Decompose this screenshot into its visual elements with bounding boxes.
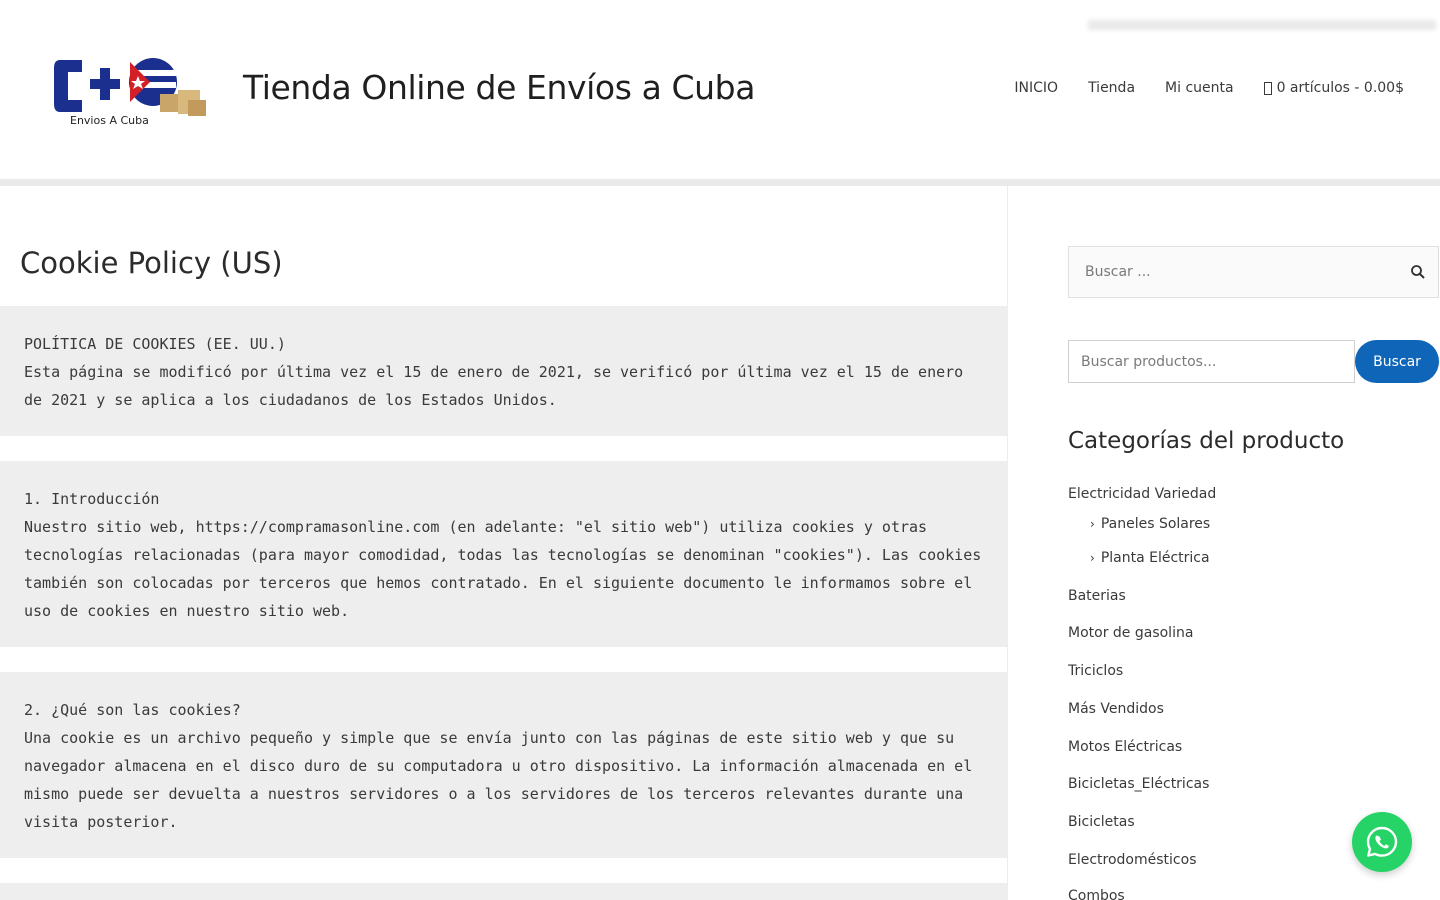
site-logo[interactable]: Envios A Cuba [52,52,212,132]
sidebar: Buscar Categorías del producto Electrici… [1008,186,1440,900]
nav-item-mi-cuenta[interactable]: Mi cuenta [1165,80,1234,96]
category-item[interactable]: Combos [1068,888,1125,900]
category-item[interactable]: Más Vendidos [1068,701,1164,717]
chevron-right-icon: › [1090,551,1095,565]
category-subitem[interactable]: › Planta Eléctrica [1090,550,1210,566]
section-title: POLÍTICA DE COOKIES (EE. UU.) [24,335,286,353]
section-title: 2. ¿Qué son las cookies? [24,701,241,719]
policy-section [0,883,1007,900]
product-search-input[interactable] [1068,340,1355,383]
main-nav: INICIO Tienda Mi cuenta 0 artículos - 0.… [1014,80,1404,96]
page-title: Cookie Policy (US) [20,246,283,280]
category-item[interactable]: Motor de gasolina [1068,625,1193,641]
category-item[interactable]: Motos Eléctricas [1068,739,1182,755]
category-item[interactable]: Baterias [1068,588,1126,604]
whatsapp-button[interactable] [1352,812,1412,872]
product-search-button[interactable]: Buscar [1355,340,1439,383]
cart-label: 0 artículos - 0.00$ [1276,80,1404,96]
category-item[interactable]: Bicicletas_Eléctricas [1068,776,1209,792]
categories-title: Categorías del producto [1068,428,1345,454]
category-item[interactable]: Triciclos [1068,663,1123,679]
whatsapp-icon [1366,826,1398,857]
category-subitem[interactable]: › Paneles Solares [1090,516,1210,532]
header-divider [0,179,1440,186]
policy-section: 1. Introducción Nuestro sitio web, https… [0,461,1007,647]
logo-text: Envios A Cuba [70,114,149,127]
section-text: Esta página se modificó por última vez e… [24,363,964,409]
cart-link[interactable]: 0 artículos - 0.00$ [1263,80,1404,96]
category-subitem-label: Planta Eléctrica [1100,550,1210,566]
policy-section: POLÍTICA DE COOKIES (EE. UU.) Esta págin… [0,306,1007,436]
category-item[interactable]: Electrodomésticos [1068,852,1196,868]
search-icon[interactable] [1410,264,1426,280]
main-content: Cookie Policy (US) POLÍTICA DE COOKIES (… [0,186,1007,900]
category-item[interactable]: Electricidad Variedad [1068,486,1216,502]
section-title: 1. Introducción [24,490,160,508]
site-search [1068,246,1439,298]
header-decoration [1088,20,1436,30]
section-text: Una cookie es un archivo pequeño y simpl… [24,729,973,831]
policy-section: 2. ¿Qué son las cookies? Una cookie es u… [0,672,1007,858]
site-header: Envios A Cuba Tienda Online de Envíos a … [0,0,1440,180]
nav-item-tienda[interactable]: Tienda [1088,80,1135,96]
cart-icon [1263,81,1272,95]
chevron-right-icon: › [1090,517,1095,531]
section-text: Nuestro sitio web, https://compramasonli… [24,518,982,620]
category-item[interactable]: Bicicletas [1068,814,1135,830]
site-title[interactable]: Tienda Online de Envíos a Cuba [243,68,755,107]
category-subitem-label: Paneles Solares [1100,516,1211,532]
nav-item-inicio[interactable]: INICIO [1014,80,1058,96]
search-input[interactable] [1085,247,1385,297]
